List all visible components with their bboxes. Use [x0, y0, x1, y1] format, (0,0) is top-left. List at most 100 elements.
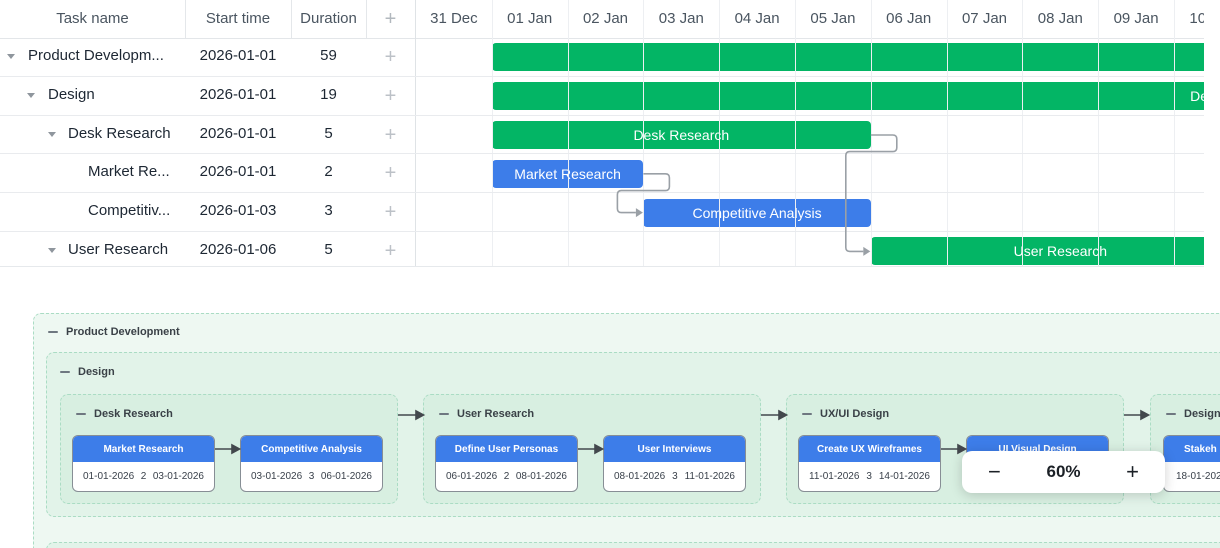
diagram-group-label: Product Development: [48, 326, 180, 338]
timeline-date-label: 07 Jan: [947, 0, 1023, 38]
zoom-in-button[interactable]: +: [1126, 461, 1139, 483]
diagram-node-market-research[interactable]: Market Research 01-01-2026 2 03-01-2026: [72, 435, 215, 492]
collapse-caret-icon[interactable]: [27, 93, 35, 98]
collapse-minus-icon[interactable]: [60, 371, 70, 373]
node-end-date: 08-01-2026: [516, 471, 567, 482]
diagram-node-create-ux-wireframes[interactable]: Create UX Wireframes 11-01-2026 3 14-01-…: [798, 435, 941, 492]
diagram-node-stakeholder-clipped[interactable]: Stakeh 18-01-2026: [1163, 435, 1220, 492]
row-border: [0, 192, 1204, 193]
diagram-group-label: User Research: [439, 408, 534, 420]
node-end-date: 03-01-2026: [153, 471, 204, 482]
header-separator: [366, 0, 367, 38]
header-separator: [291, 0, 292, 38]
gantt-bar-competitive-analysis[interactable]: Competitive Analysis: [643, 199, 870, 227]
node-title: Stakeh: [1164, 436, 1220, 462]
timeline-date-label: 31 Dec: [416, 0, 492, 38]
diagram-group-label: Desk Research: [76, 408, 173, 420]
collapse-minus-icon[interactable]: [439, 413, 449, 415]
task-start: 2026-01-01: [185, 163, 291, 180]
diagram-group-development-clipped[interactable]: [46, 542, 1220, 548]
task-start: 2026-01-06: [185, 241, 291, 258]
zoom-out-button[interactable]: −: [988, 461, 1001, 483]
task-start: 2026-01-01: [185, 47, 291, 64]
node-end-date: 06-01-2026: [321, 471, 372, 482]
task-duration: 5: [291, 125, 366, 142]
task-start: 2026-01-01: [185, 86, 291, 103]
task-name: Desk Research: [68, 125, 171, 142]
task-start: 2026-01-01: [185, 125, 291, 142]
task-duration: 2: [291, 163, 366, 180]
task-name: Market Re...: [88, 163, 170, 180]
day-gridline: [1022, 0, 1023, 267]
node-title: Create UX Wireframes: [799, 436, 940, 462]
gantt-bar-user-research[interactable]: User Research: [871, 237, 1204, 265]
diagram-group-label: Design: [60, 366, 115, 378]
gantt-bar-desk-research[interactable]: Desk Research: [492, 121, 871, 149]
node-end-date: 14-01-2026: [879, 471, 930, 482]
collapse-caret-icon[interactable]: [48, 248, 56, 253]
group-label-text: Design R: [1184, 408, 1220, 420]
table-row[interactable]: Competitiv... 2026-01-03 3 +: [0, 193, 1204, 232]
task-name: User Research: [68, 241, 168, 258]
day-gridline: [643, 0, 644, 267]
add-subtask-button[interactable]: +: [366, 193, 415, 232]
task-duration: 5: [291, 241, 366, 258]
day-gridline: [1174, 0, 1175, 267]
row-border: [0, 231, 1204, 232]
group-label-text: Design: [78, 366, 115, 378]
gantt-bar-design[interactable]: Design: [492, 82, 1204, 110]
zoom-control: − 60% +: [962, 451, 1165, 493]
diagram-node-user-interviews[interactable]: User Interviews 08-01-2026 3 11-01-2026: [603, 435, 746, 492]
gantt-section: Task name Start time Duration + Product …: [0, 0, 1204, 267]
column-header-duration: Duration: [291, 0, 366, 38]
day-gridline: [1098, 0, 1099, 267]
task-name: Product Developm...: [28, 47, 164, 64]
collapse-minus-icon[interactable]: [76, 413, 86, 415]
add-subtask-button[interactable]: +: [366, 38, 415, 77]
add-subtask-button[interactable]: +: [366, 77, 415, 116]
group-label-text: User Research: [457, 408, 534, 420]
add-subtask-button[interactable]: +: [366, 116, 415, 155]
collapse-minus-icon[interactable]: [802, 413, 812, 415]
row-border: [0, 76, 1204, 77]
timeline-date-label: 02 Jan: [568, 0, 644, 38]
node-title: Competitive Analysis: [241, 436, 382, 462]
add-subtask-button[interactable]: +: [366, 232, 415, 267]
node-duration: 3: [866, 471, 872, 482]
diagram-node-competitive-analysis[interactable]: Competitive Analysis 03-01-2026 3 06-01-…: [240, 435, 383, 492]
day-gridline: [795, 0, 796, 267]
add-subtask-button[interactable]: +: [366, 154, 415, 193]
collapse-caret-icon[interactable]: [48, 132, 56, 137]
task-name: Design: [48, 86, 95, 103]
timeline-date-label: 04 Jan: [719, 0, 795, 38]
gantt-bar-product-development[interactable]: [492, 43, 1204, 71]
timeline-date-label: 05 Jan: [795, 0, 871, 38]
day-gridline: [719, 0, 720, 267]
node-duration: 3: [672, 471, 678, 482]
node-title: User Interviews: [604, 436, 745, 462]
bar-label: User Research: [1014, 243, 1107, 259]
add-column-button[interactable]: +: [366, 0, 415, 38]
timeline-date-label: 06 Jan: [871, 0, 947, 38]
diagram-group-label: UX/UI Design: [802, 408, 889, 420]
row-border: [0, 115, 1204, 116]
diagram-node-define-user-personas[interactable]: Define User Personas 06-01-2026 2 08-01-…: [435, 435, 578, 492]
timeline-date-label: 01 Jan: [492, 0, 568, 38]
collapse-minus-icon[interactable]: [48, 331, 58, 333]
node-title: Market Research: [73, 436, 214, 462]
group-label-text: UX/UI Design: [820, 408, 889, 420]
bar-label: Competitive Analysis: [693, 205, 822, 221]
timeline-date-label: 10 Jan: [1174, 0, 1204, 38]
collapse-minus-icon[interactable]: [1166, 413, 1176, 415]
node-duration: 2: [504, 471, 510, 482]
collapse-caret-icon[interactable]: [7, 54, 15, 59]
bar-label: Design: [1190, 88, 1204, 104]
task-duration: 3: [291, 202, 366, 219]
app-window: Task name Start time Duration + Product …: [0, 0, 1220, 548]
node-start-date: 06-01-2026: [446, 471, 497, 482]
day-gridline: [871, 0, 872, 267]
bar-label: Desk Research: [633, 127, 729, 143]
task-start: 2026-01-03: [185, 202, 291, 219]
node-duration: 3: [309, 471, 315, 482]
diagram-group-label: Design R: [1166, 408, 1220, 420]
